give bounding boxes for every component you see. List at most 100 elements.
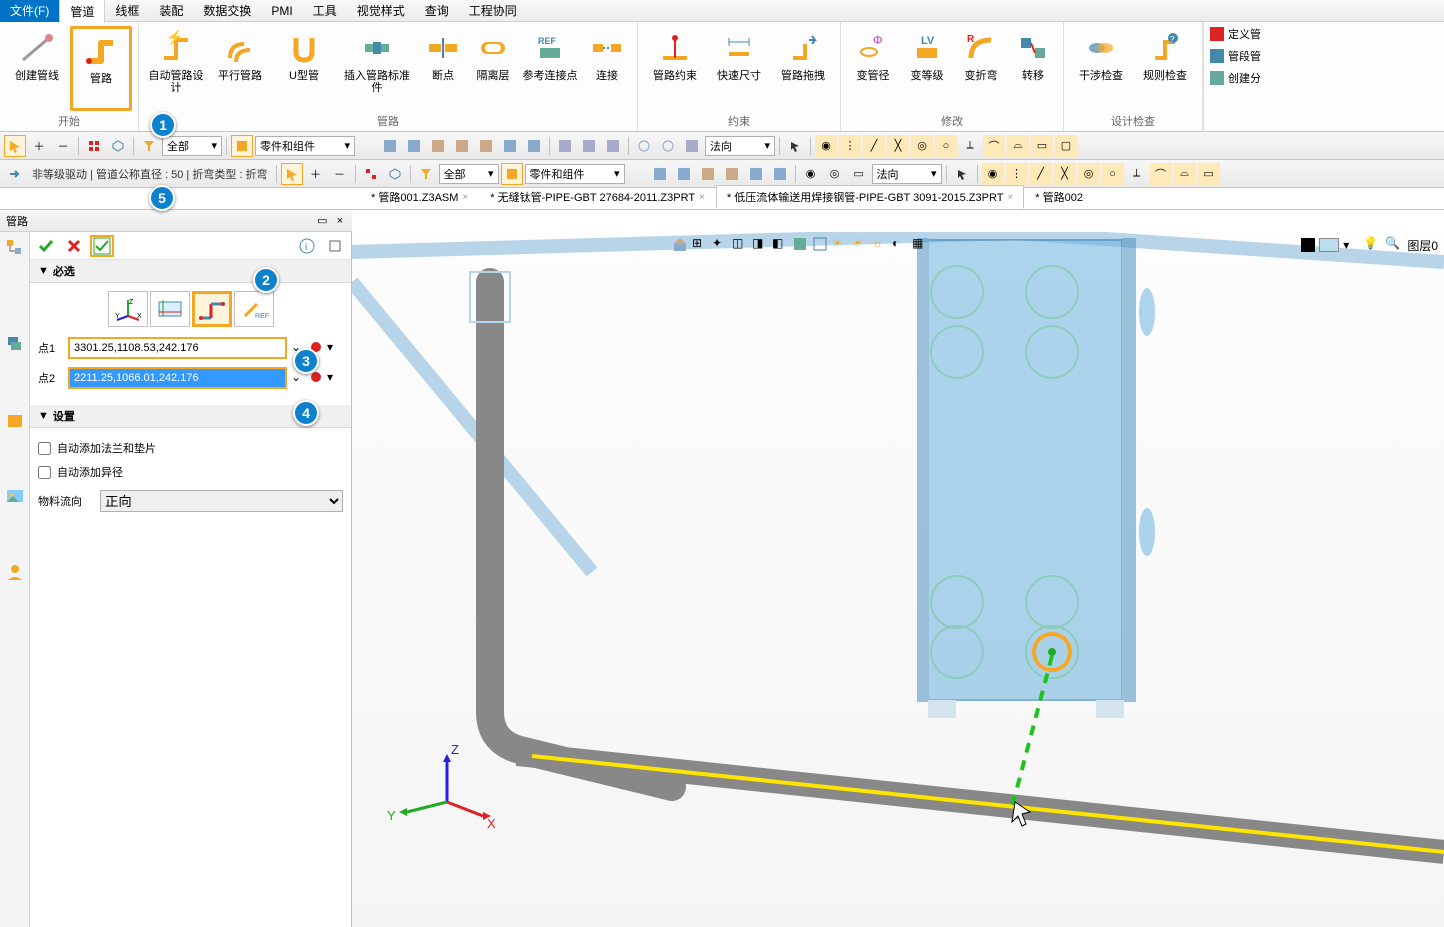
fb-i4[interactable]	[451, 135, 473, 157]
snap-6[interactable]: ○	[935, 135, 957, 157]
apply-button[interactable]	[90, 235, 114, 257]
fb-minus-icon[interactable]: －	[52, 135, 74, 157]
fb-combo-normal[interactable]: 法向▾	[705, 136, 775, 156]
fb2-arrow-icon[interactable]	[4, 163, 26, 185]
vp-sun1[interactable]: ☀	[832, 236, 850, 254]
side-box-icon[interactable]	[5, 410, 25, 430]
fb-i1[interactable]	[379, 135, 401, 157]
snap-7[interactable]: ⟂	[959, 135, 981, 157]
mode-xyz-button[interactable]: ZXY	[108, 291, 148, 327]
snap-9[interactable]: ⌓	[1007, 135, 1029, 157]
fb-i11[interactable]	[633, 135, 655, 157]
snap2-3[interactable]: ╱	[1030, 163, 1052, 185]
snap2-2[interactable]: ⋮	[1006, 163, 1028, 185]
snap-5[interactable]: ◎	[911, 135, 933, 157]
transfer-button[interactable]: 转移	[1009, 26, 1057, 111]
fb-i2[interactable]	[403, 135, 425, 157]
fb-hex-icon[interactable]	[107, 135, 129, 157]
vp-wire-icon[interactable]	[812, 236, 830, 254]
side-segment-pipe[interactable]: 管段管	[1208, 46, 1263, 66]
rule-check-button[interactable]: ?规则检查	[1134, 26, 1196, 111]
menu-tab-wireframe[interactable]: 线框	[105, 0, 149, 22]
cancel-button[interactable]	[62, 235, 86, 257]
change-dia-button[interactable]: Φ变管径	[847, 26, 899, 111]
vp-color-cyan[interactable]	[1319, 238, 1339, 252]
snap2-5[interactable]: ◎	[1078, 163, 1100, 185]
auto-route-button[interactable]: ⚡自动管路设计	[145, 26, 207, 111]
tab-2[interactable]: * 无缝钛管-PIPE-GBT 27684-2011.Z3PRT×	[479, 185, 716, 209]
ok-button[interactable]	[34, 235, 58, 257]
fb2-i7[interactable]: ◉	[800, 163, 822, 185]
menu-tab-exchange[interactable]: 数据交换	[193, 0, 261, 22]
fb-i13[interactable]	[681, 135, 703, 157]
change-grade-button[interactable]: LV变等级	[901, 26, 953, 111]
vp-shade-icon[interactable]	[792, 236, 810, 254]
fb2-filter[interactable]	[415, 163, 437, 185]
snap-8[interactable]: ⌒	[983, 135, 1005, 157]
u-pipe-button[interactable]: U型管	[273, 26, 335, 111]
vp-bulb-icon[interactable]: 💡	[1363, 236, 1381, 254]
menu-tab-pipe[interactable]: 管道	[59, 0, 105, 23]
vp-view2[interactable]: ◨	[752, 236, 770, 254]
fb-combo-parts[interactable]: 零件和组件▾	[255, 136, 355, 156]
fb2-grid[interactable]	[360, 163, 382, 185]
side-tree-icon[interactable]	[5, 238, 25, 258]
tab-1[interactable]: * 管路001.Z3ASM×	[360, 185, 479, 209]
fb-i8[interactable]	[554, 135, 576, 157]
snap2-4[interactable]: ╳	[1054, 163, 1076, 185]
required-section-header[interactable]: ▼必选	[30, 260, 351, 283]
fb-i10[interactable]	[602, 135, 624, 157]
menu-tab-tools[interactable]: 工具	[303, 0, 347, 22]
fb-i7[interactable]	[523, 135, 545, 157]
mode-plane-button[interactable]	[150, 291, 190, 327]
snap-2[interactable]: ⋮	[839, 135, 861, 157]
breakpoint-button[interactable]: 断点	[419, 26, 467, 111]
close-icon[interactable]: ×	[1007, 192, 1013, 203]
snap2-9[interactable]: ⌓	[1174, 163, 1196, 185]
fb2-combo-all[interactable]: 全部▾	[439, 164, 499, 184]
snap2-7[interactable]: ⟂	[1126, 163, 1148, 185]
check-flange[interactable]	[38, 442, 51, 455]
mode-ref-button[interactable]: REF	[234, 291, 274, 327]
snap2-6[interactable]: ○	[1102, 163, 1124, 185]
vp-axis-icon[interactable]: ✦	[712, 236, 730, 254]
fb-i6[interactable]	[499, 135, 521, 157]
fb-select-mode[interactable]	[4, 135, 26, 157]
fb-i9[interactable]	[578, 135, 600, 157]
snap-4[interactable]: ╳	[887, 135, 909, 157]
fb2-cursor[interactable]	[951, 163, 973, 185]
parallel-route-button[interactable]: 平行管路	[209, 26, 271, 111]
side-image-icon[interactable]	[5, 486, 25, 506]
mode-two-point-button[interactable]	[192, 291, 232, 327]
fb-grid-icon[interactable]	[83, 135, 105, 157]
fb2-plus[interactable]: ＋	[305, 163, 327, 185]
fb2-combo-normal[interactable]: 法向▾	[872, 164, 942, 184]
menu-tab-visual[interactable]: 视觉样式	[347, 0, 415, 22]
tab-4[interactable]: * 管路002	[1024, 185, 1094, 209]
fb-i12[interactable]	[657, 135, 679, 157]
snap-1[interactable]: ◉	[815, 135, 837, 157]
close-icon[interactable]: ×	[699, 192, 705, 203]
connect-button[interactable]: 连接	[583, 26, 631, 111]
vp-view1[interactable]: ◫	[732, 236, 750, 254]
menu-tab-assembly[interactable]: 装配	[149, 0, 193, 22]
check-flange-row[interactable]: 自动添加法兰和垫片	[38, 436, 343, 460]
tab-3[interactable]: * 低压流体输送用焊接钢管-PIPE-GBT 3091-2015.Z3PRT×	[716, 185, 1024, 209]
snap-11[interactable]: ▢	[1055, 135, 1077, 157]
side-define-pipe[interactable]: 定义管	[1208, 24, 1263, 44]
side-layers-icon[interactable]	[5, 334, 25, 354]
fb2-i3[interactable]	[697, 163, 719, 185]
fb-cursor-icon[interactable]	[784, 135, 806, 157]
panel-minimize-icon[interactable]: ▭	[314, 215, 330, 227]
menu-tab-collab[interactable]: 工程协同	[459, 0, 527, 22]
check-reducer[interactable]	[38, 466, 51, 479]
change-bend-button[interactable]: R变折弯	[955, 26, 1007, 111]
fb2-i2[interactable]	[673, 163, 695, 185]
panel-close-icon[interactable]: ×	[334, 215, 346, 227]
fb2-i8[interactable]: ◎	[824, 163, 846, 185]
route-button[interactable]: 管路	[70, 26, 132, 111]
viewport-3d[interactable]: ⊞ ✦ ◫ ◨ ◧ ☀ ☀ ☼ ◐ ▦ ▾ 💡 🔍 图层0	[352, 232, 1444, 927]
snap-10[interactable]: ▭	[1031, 135, 1053, 157]
menu-tab-pmi[interactable]: PMI	[261, 1, 302, 21]
point1-input[interactable]	[68, 337, 287, 359]
